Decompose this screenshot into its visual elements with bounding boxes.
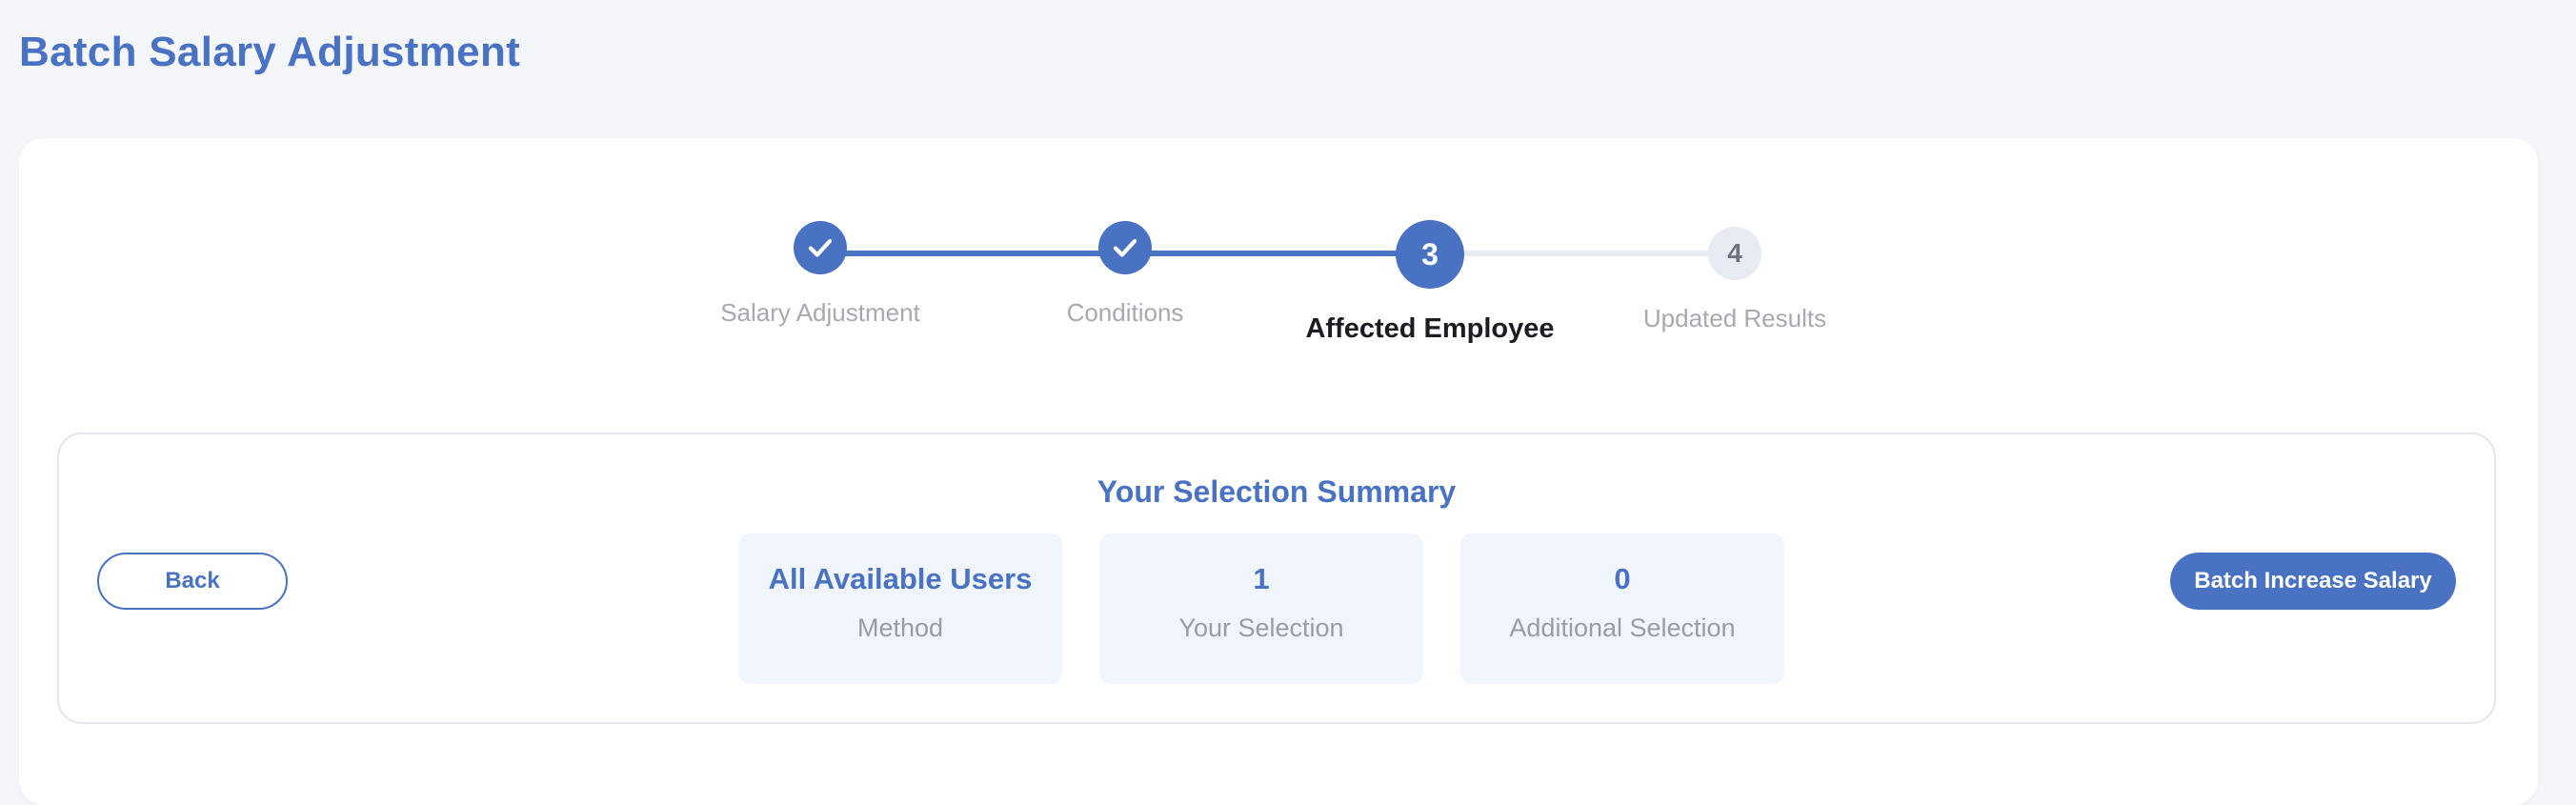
step-2-label: Conditions	[1066, 298, 1184, 327]
stepper-connector-1-2	[820, 251, 1125, 256]
step-1-completed	[794, 221, 847, 274]
additional-selection-label: Additional Selection	[1509, 614, 1736, 642]
step-4-pending: 4	[1708, 227, 1761, 280]
check-icon	[1113, 239, 1137, 257]
method-label: Method	[856, 614, 944, 642]
selection-summary-panel: Your Selection Summary Back All Availabl…	[57, 433, 2496, 724]
step-3-active: 3	[1396, 220, 1464, 289]
summary-card-method: All Available Users Method	[738, 533, 1062, 684]
your-selection-value: 1	[1253, 562, 1270, 595]
method-value: All Available Users	[768, 562, 1033, 595]
additional-selection-value: 0	[1614, 562, 1631, 595]
step-3-label: Affected Employee	[1305, 313, 1555, 344]
stepper-connector-3-4	[1430, 251, 1735, 256]
stepper-connector-2-3	[1125, 251, 1430, 256]
back-button[interactable]: Back	[97, 553, 288, 610]
batch-increase-salary-button[interactable]: Batch Increase Salary	[2170, 553, 2456, 610]
summary-card-additional-selection: 0 Additional Selection	[1460, 533, 1784, 684]
step-2-completed	[1098, 221, 1152, 274]
summary-card-your-selection: 1 Your Selection	[1099, 533, 1423, 684]
step-1-label: Salary Adjustment	[720, 298, 920, 327]
step-4-label: Updated Results	[1642, 304, 1827, 332]
summary-title: Your Selection Summary	[1097, 474, 1457, 509]
your-selection-label: Your Selection	[1178, 614, 1344, 642]
check-icon	[808, 239, 833, 257]
stepper: Salary Adjustment Conditions 3 Affected …	[0, 0, 2576, 381]
